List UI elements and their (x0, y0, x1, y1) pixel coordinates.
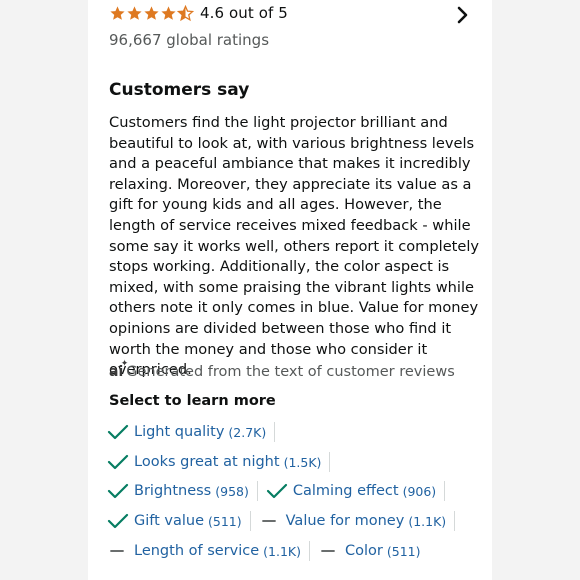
aspect-chip-light-quality[interactable]: Light quality (2.7K) (107, 420, 266, 444)
star-full-icon (144, 5, 159, 20)
chip-divider (249, 511, 251, 531)
aspect-chip-row: Brightness (958) Calming effect (906) (107, 479, 453, 503)
chip-divider (454, 511, 456, 531)
dash-icon (321, 550, 335, 552)
aspect-count: (1.1K) (408, 513, 447, 529)
rating-value: 4.6 out of 5 (200, 4, 288, 22)
checkmark-icon (266, 483, 287, 499)
select-to-learn-more-label: Select to learn more (109, 393, 276, 409)
aspect-chip-row: Light quality (2.7K) (107, 420, 283, 444)
ai-generated-note: ai ✦ Generated from the text of customer … (109, 359, 455, 380)
ai-note-text: Generated from the text of customer revi… (126, 364, 455, 380)
dash-icon (261, 520, 276, 522)
aspect-chip-length-of-service[interactable]: Length of service (1.1K) (107, 539, 301, 563)
aspect-chip-calming-effect[interactable]: Calming effect (906) (266, 479, 436, 503)
aspect-count: (958) (215, 483, 249, 499)
rating-summary[interactable]: 4.6 out of 5 (109, 1, 288, 25)
aspect-chip-gift-value[interactable]: Gift value (511) (107, 509, 242, 533)
star-full-icon (110, 5, 125, 20)
aspect-chip-looks-great-at-night[interactable]: Looks great at night (1.5K) (107, 450, 321, 474)
aspect-count: (511) (208, 513, 242, 529)
aspect-count: (906) (402, 483, 437, 499)
chip-divider (309, 541, 310, 561)
global-ratings-count: 96,667 global ratings (109, 31, 270, 49)
aspect-label: Value for money (285, 513, 405, 529)
aspect-chip-brightness[interactable]: Brightness (958) (107, 479, 249, 503)
aspect-label: Color (345, 543, 383, 559)
star-full-icon (161, 5, 176, 20)
aspect-label: Brightness (134, 483, 212, 499)
chip-divider (444, 481, 446, 501)
aspect-count: (511) (386, 543, 421, 559)
aspect-label: Gift value (134, 513, 205, 529)
ai-sparkle-icon: ai ✦ (109, 359, 129, 380)
aspect-chip-row: Gift value (511) Value for money (1.1K) (107, 509, 463, 533)
ai-review-summary: Customers find the light projector brill… (109, 114, 480, 379)
checkmark-icon (107, 513, 129, 529)
aspect-count: (1.1K) (263, 543, 301, 559)
aspect-chip-value-for-money[interactable]: Value for money (1.1K) (259, 509, 447, 533)
customers-say-heading: Customers say (109, 80, 250, 100)
aspect-label: Light quality (134, 424, 225, 440)
aspect-label: Length of service (134, 543, 260, 559)
checkmark-icon (107, 454, 129, 470)
aspect-count: (2.7K) (228, 424, 267, 440)
checkmark-icon (107, 424, 129, 440)
aspect-chip-row: Length of service (1.1K) Color (511) (107, 539, 420, 563)
aspect-count: (1.5K) (283, 454, 322, 470)
chip-divider (329, 452, 331, 472)
chevron-right-icon[interactable] (455, 6, 469, 24)
aspect-chip-color[interactable]: Color (511) (318, 539, 420, 563)
star-half-icon (177, 4, 194, 21)
aspect-label: Looks great at night (134, 454, 280, 470)
chip-divider (256, 481, 258, 501)
chip-divider (274, 422, 276, 442)
dash-icon (110, 550, 124, 552)
aspect-chip-row: Looks great at night (1.5K) (107, 450, 338, 474)
aspect-label: Calming effect (292, 483, 399, 499)
star-full-icon (127, 5, 142, 20)
checkmark-icon (107, 483, 129, 499)
star-rating (109, 4, 194, 22)
